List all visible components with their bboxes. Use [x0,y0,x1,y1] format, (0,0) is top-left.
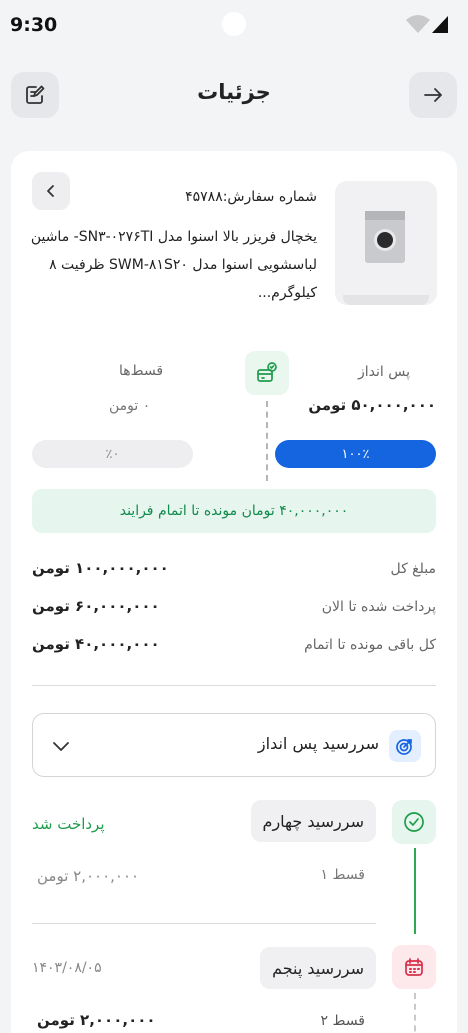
timeline-title: سررسید پنجم [260,947,376,989]
order-description: یخچال فریزر بالا اسنوا مدل SN۳-۰۲۷۶TI- م… [30,229,317,301]
summary-value: ۴۰,۰۰۰,۰۰۰ تومن [32,635,160,653]
savings-label: پس انداز [358,364,410,380]
summary-label: مبلغ کل [390,561,436,577]
status-time: 9:30 [10,14,58,36]
savings-due-dropdown[interactable]: سررسید پس انداز [32,713,436,777]
savings-percent: ۱۰۰٪ [341,446,370,462]
timeline-divider [32,923,376,924]
summary-label: کل باقی مونده تا اتمام [304,637,436,653]
summary-label: پرداخت شده تا الان [321,599,436,615]
installment-amount: ۲,۰۰۰,۰۰۰ تومن [37,1011,156,1029]
chevron-left-icon [47,185,54,197]
installment-number: قسط ۲ [320,1013,365,1029]
product-image [335,181,437,305]
order-open-button[interactable] [32,172,70,210]
installments-label: قسط‌ها [119,363,164,379]
calendar-icon [392,945,436,989]
check-circle-icon [392,800,436,844]
status-bar: 9:30 [0,0,468,52]
signal-icon [406,15,448,33]
dropdown-label: سررسید پس انداز [257,734,379,753]
order-details-card: شماره سفارش:۴۵۷۸۸ یخچال فریزر بالا اسنوا… [11,151,457,1033]
installments-percent: ٪۰ [105,446,120,462]
installment-number: قسط ۱ [320,867,365,883]
timeline-connector [414,848,416,934]
camera-cutout [222,12,246,36]
arrow-right-icon [424,88,442,102]
summary-value: ۶۰,۰۰۰,۰۰۰ تومن [32,597,160,615]
payment-status: پرداخت شد [32,815,105,833]
savings-value: ۵۰,۰۰۰,۰۰۰ تومن [308,396,436,414]
chevron-down-icon [53,742,69,751]
timeline-title: سررسید چهارم [250,800,376,842]
target-icon [389,730,421,762]
back-arrow-button[interactable] [409,72,457,118]
due-date: ۱۴۰۳/۰۸/۰۵ [32,960,102,976]
installments-value: ۰ تومن [109,398,151,414]
remaining-notice: ۴۰,۰۰۰,۰۰۰ تومان مونده تا اتمام فرایند [32,489,436,533]
installment-savings-icon [245,351,289,395]
app-header: جزئیات [0,70,468,120]
installments-progress: ٪۰ [32,440,193,468]
installment-amount: ۲,۰۰۰,۰۰۰ تومن [37,867,140,885]
order-number: شماره سفارش:۴۵۷۸۸ [185,189,317,205]
summary-row-remaining: کل باقی مونده تا اتمام ۴۰,۰۰۰,۰۰۰ تومن [32,634,436,658]
summary-value: ۱۰۰,۰۰۰,۰۰۰ تومن [32,559,169,577]
summary-row-total: مبلغ کل ۱۰۰,۰۰۰,۰۰۰ تومن [32,558,436,582]
savings-progress: ۱۰۰٪ [275,440,436,468]
timeline-connector [414,993,416,1033]
section-divider [32,685,436,686]
payment-status-text: پرداخت شد [32,815,105,833]
column-divider [266,401,268,481]
summary-row-paid: پرداخت شده تا الان ۶۰,۰۰۰,۰۰۰ تومن [32,596,436,620]
washing-machine-image [365,211,405,263]
page-title: جزئیات [197,80,271,104]
